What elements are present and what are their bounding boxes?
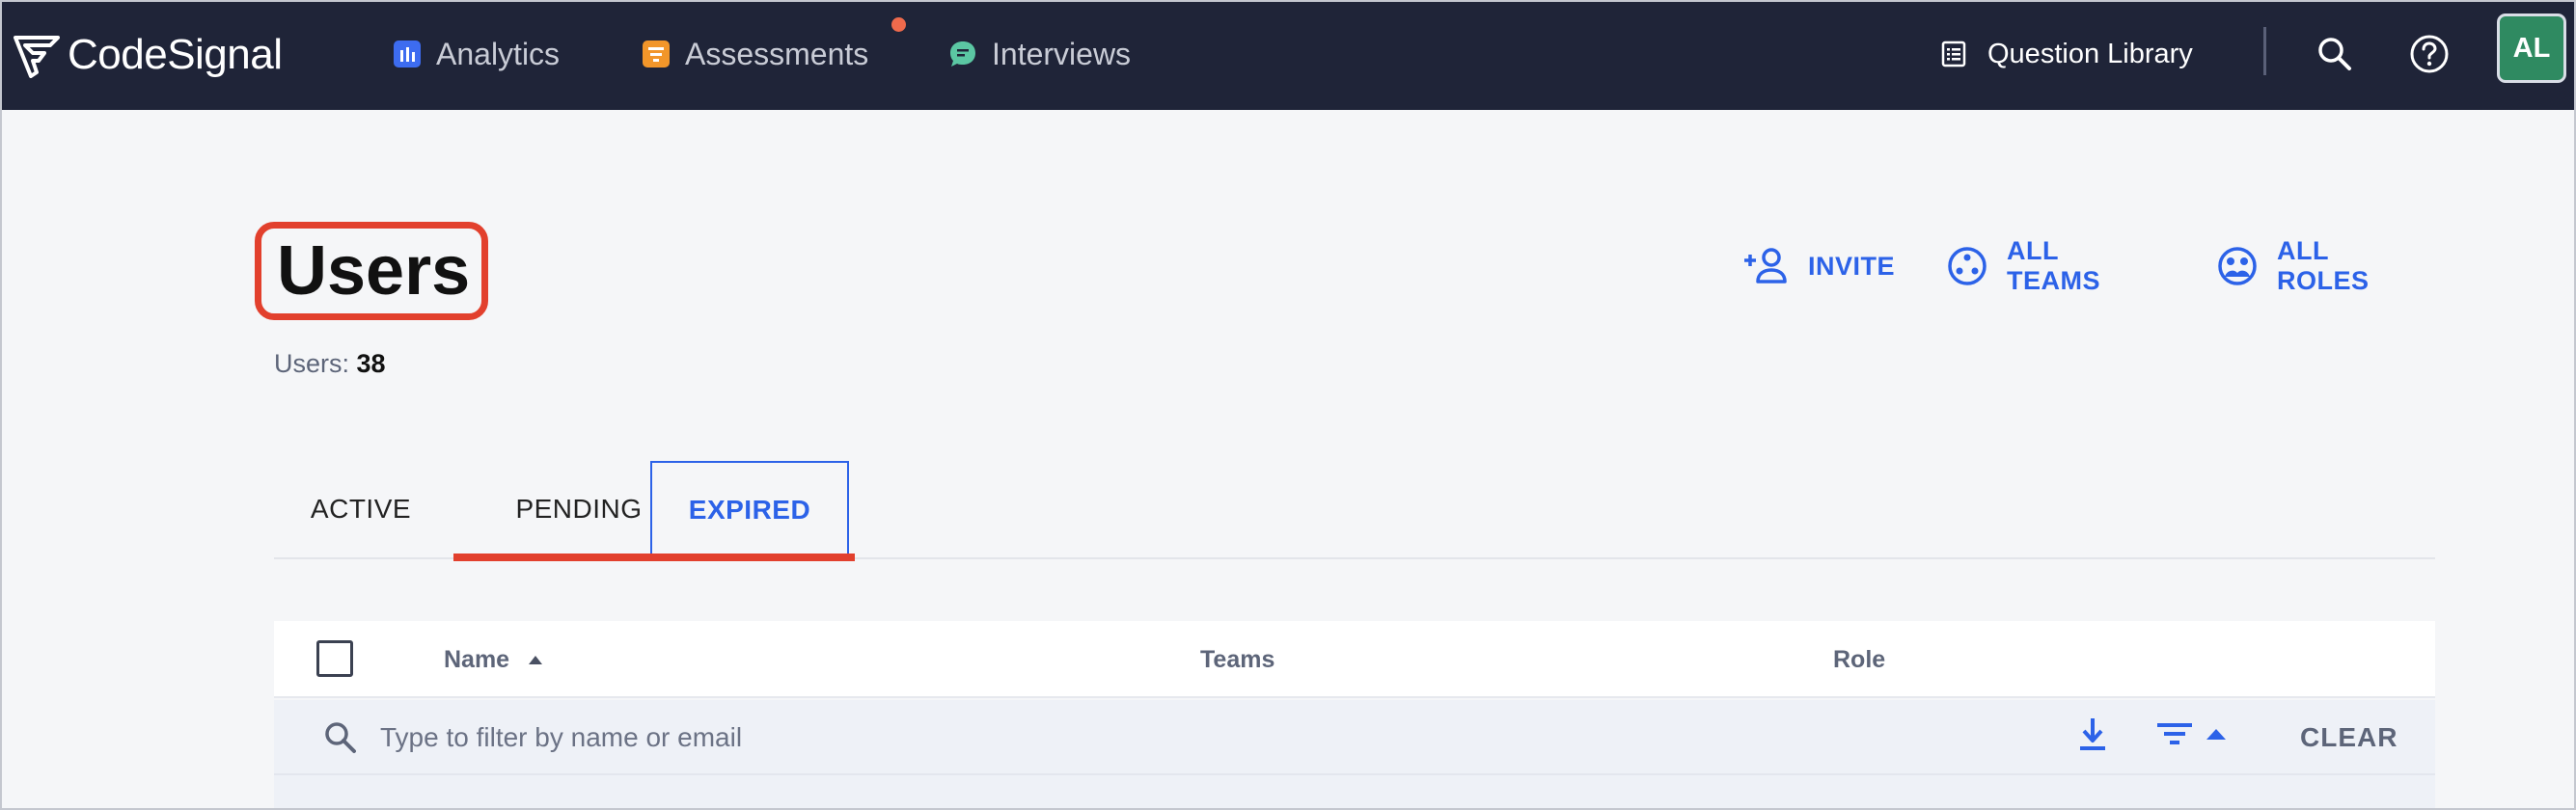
download-button[interactable]	[2076, 716, 2109, 754]
nav-item-assessments[interactable]: Assessments	[641, 27, 868, 81]
column-header-teams: Teams	[1200, 645, 1275, 673]
assessments-icon	[641, 39, 671, 69]
help-icon	[2410, 35, 2449, 73]
filter-toggle-button[interactable]	[2155, 719, 2229, 748]
search-button[interactable]	[2310, 29, 2360, 79]
all-roles-button[interactable]: ALL ROLES	[2217, 236, 2370, 296]
analytics-icon	[392, 39, 423, 69]
column-header-name[interactable]: Name	[444, 621, 544, 698]
select-all-checkbox[interactable]	[316, 640, 353, 677]
user-status-tabs: ACTIVE PENDING EXPIRED	[274, 461, 2435, 561]
users-count-label: Users:	[274, 349, 350, 378]
invite-button[interactable]: INVITE	[1742, 247, 1895, 285]
table-header: Name Teams Role	[274, 621, 2435, 698]
interviews-icon	[947, 39, 978, 69]
filter-row: CLEAR	[274, 700, 2435, 775]
column-header-label: Name	[444, 645, 510, 673]
table-body	[274, 775, 2435, 808]
logo[interactable]: CodeSignal	[12, 23, 283, 87]
nav-divider	[2263, 27, 2266, 75]
download-icon	[2080, 718, 2105, 750]
filter-input[interactable]	[380, 712, 1345, 764]
question-library-link[interactable]: Question Library	[1941, 27, 2193, 81]
all-teams-label: ALL TEAMS	[2007, 236, 2100, 295]
notification-dot	[891, 17, 906, 32]
search-icon	[2318, 38, 2351, 70]
nav-item-analytics[interactable]: Analytics	[392, 27, 560, 81]
brand-name: CodeSignal	[68, 31, 283, 78]
help-button[interactable]	[2404, 29, 2454, 79]
nav-item-label: Interviews	[992, 36, 1132, 71]
tab-active[interactable]: ACTIVE	[274, 461, 448, 557]
users-count-value: 38	[356, 349, 386, 378]
search-icon	[322, 719, 359, 756]
nav-item-label: Analytics	[436, 36, 561, 71]
all-teams-button[interactable]: ALL TEAMS	[1947, 236, 2100, 296]
codesignal-logo-icon	[14, 36, 60, 78]
clear-button[interactable]: CLEAR	[2300, 700, 2398, 775]
all-roles-label: ALL ROLES	[2277, 236, 2370, 295]
add-person-icon	[1742, 247, 1789, 285]
tab-highlight-underline	[453, 554, 855, 561]
users-table: Name Teams Role Type to filter by name o…	[274, 621, 2435, 808]
roles-icon	[2217, 246, 2258, 286]
avatar[interactable]: AL	[2497, 14, 2566, 83]
question-library-label: Question Library	[1987, 38, 2193, 69]
page-title: Users	[255, 222, 488, 320]
tab-expired[interactable]: EXPIRED	[650, 461, 849, 557]
nav-item-interviews[interactable]: Interviews	[947, 27, 1131, 81]
column-header-role: Role	[1833, 645, 1886, 673]
teams-icon	[1947, 246, 1987, 286]
filter-icon	[2157, 723, 2192, 744]
library-icon	[1941, 40, 1966, 68]
invite-label: INVITE	[1808, 251, 1896, 281]
nav-item-label: Assessments	[685, 36, 869, 71]
sort-ascending-icon	[527, 654, 544, 665]
top-nav: CodeSignal Analytics Assessments Intervi…	[2, 2, 2574, 110]
chevron-up-icon	[2206, 729, 2226, 740]
users-count: Users: 38	[274, 349, 386, 379]
page: CodeSignal Analytics Assessments Intervi…	[0, 0, 2576, 810]
